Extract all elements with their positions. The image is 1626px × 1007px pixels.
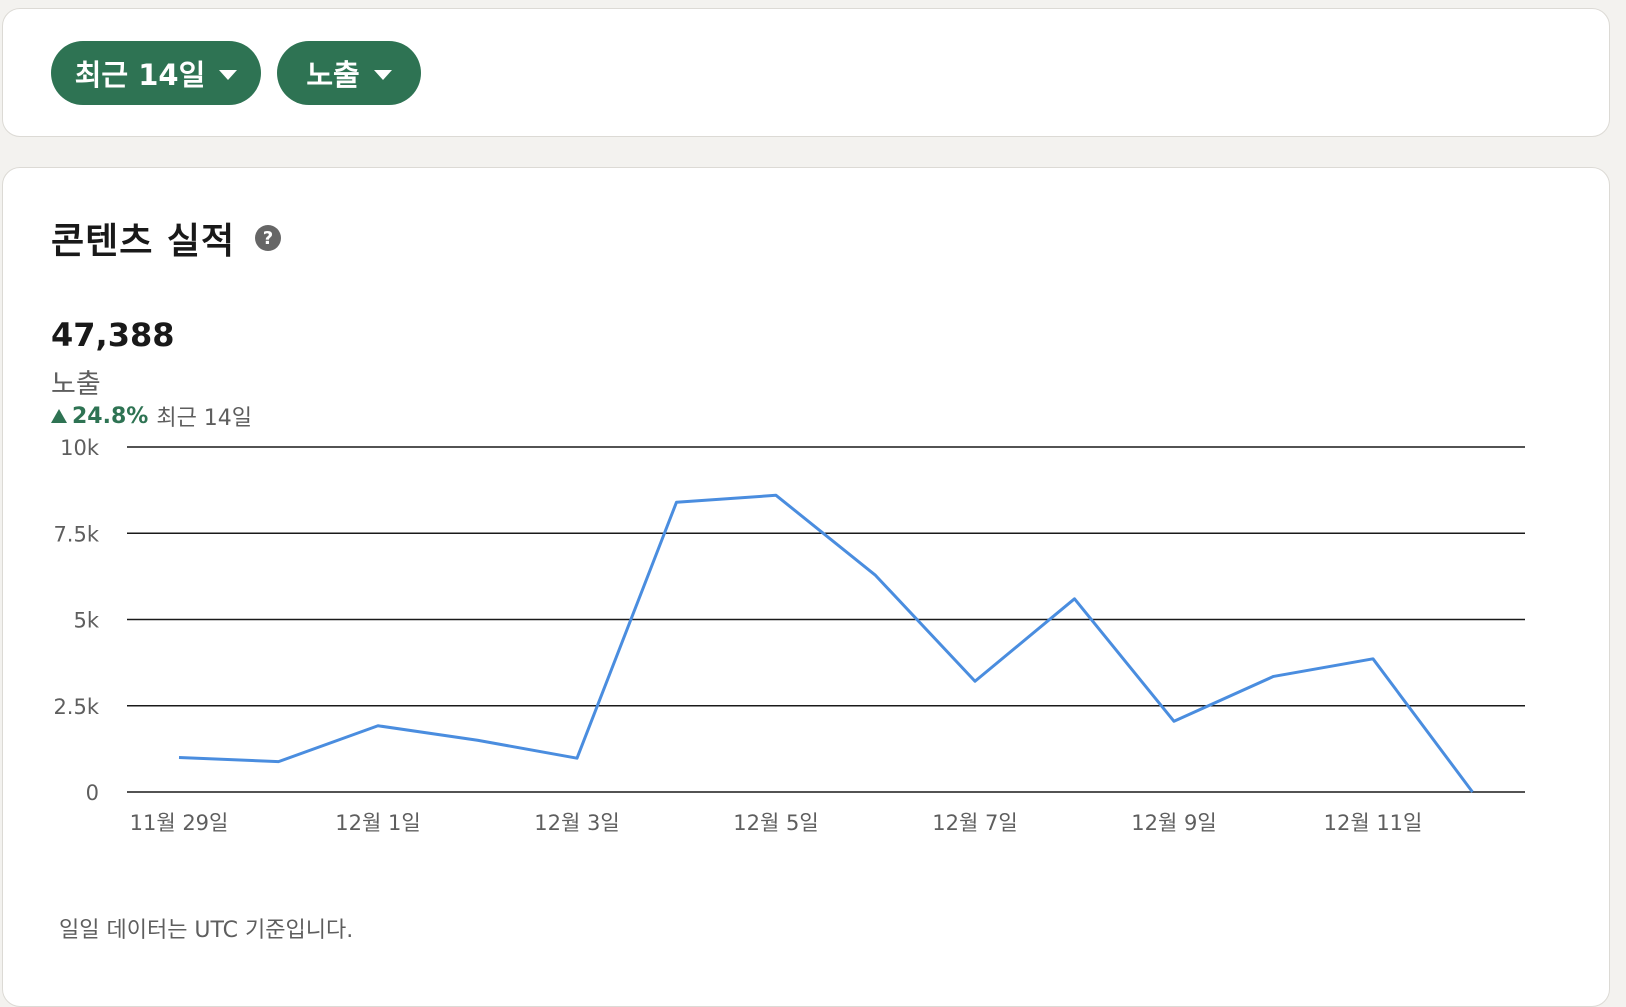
data-point[interactable] bbox=[870, 569, 882, 581]
data-point[interactable] bbox=[671, 496, 683, 508]
x-tick-label: 12월 11일 bbox=[1324, 811, 1423, 835]
y-tick-label: 10k bbox=[60, 436, 100, 460]
x-tick-label: 12월 9일 bbox=[1131, 811, 1216, 835]
data-point[interactable] bbox=[1069, 593, 1081, 605]
data-point[interactable] bbox=[1268, 670, 1280, 682]
period-dropdown-label: 최근 14일 bbox=[74, 58, 206, 92]
caret-down-icon bbox=[219, 70, 238, 80]
data-point[interactable] bbox=[1168, 715, 1180, 727]
x-tick-label: 12월 1일 bbox=[335, 811, 420, 835]
metric-dropdown[interactable]: 노출 bbox=[277, 41, 421, 105]
data-point[interactable] bbox=[1467, 786, 1479, 798]
caret-down-icon bbox=[373, 70, 392, 80]
data-point[interactable] bbox=[372, 720, 384, 732]
metric-dropdown-label: 노출 bbox=[306, 58, 360, 92]
data-point[interactable] bbox=[273, 756, 285, 768]
data-point[interactable] bbox=[1367, 653, 1379, 665]
x-tick-label: 12월 7일 bbox=[932, 811, 1017, 835]
y-tick-label: 0 bbox=[86, 781, 99, 805]
y-tick-label: 7.5k bbox=[53, 522, 99, 546]
y-tick-label: 5k bbox=[73, 609, 99, 633]
filter-bar: 최근 14일 노출 bbox=[2, 8, 1610, 137]
y-tick-label: 2.5k bbox=[53, 695, 99, 719]
data-point[interactable] bbox=[173, 752, 185, 764]
data-point[interactable] bbox=[472, 734, 484, 746]
series-line bbox=[178, 493, 1474, 793]
x-tick-label: 11월 29일 bbox=[130, 811, 229, 835]
x-tick-label: 12월 5일 bbox=[733, 811, 818, 835]
data-point[interactable] bbox=[770, 489, 782, 501]
x-tick-label: 12월 3일 bbox=[534, 811, 619, 835]
data-point[interactable] bbox=[969, 675, 981, 687]
content-performance-card: 콘텐츠 실적 ? 47,388 노출 24.8% 최근 14일 0 2.5k 5k 7… bbox=[2, 167, 1610, 1007]
data-point[interactable] bbox=[571, 752, 583, 764]
utc-footnote: 일일 데이터는 UTC 기준입니다. bbox=[59, 918, 354, 943]
impressions-line-chart: 0 2.5k 5k 7.5k 10k 11월 29일 12월 1일 12월 3일 12월 5일 1… bbox=[53, 436, 1525, 835]
period-dropdown[interactable]: 최근 14일 bbox=[51, 41, 261, 105]
